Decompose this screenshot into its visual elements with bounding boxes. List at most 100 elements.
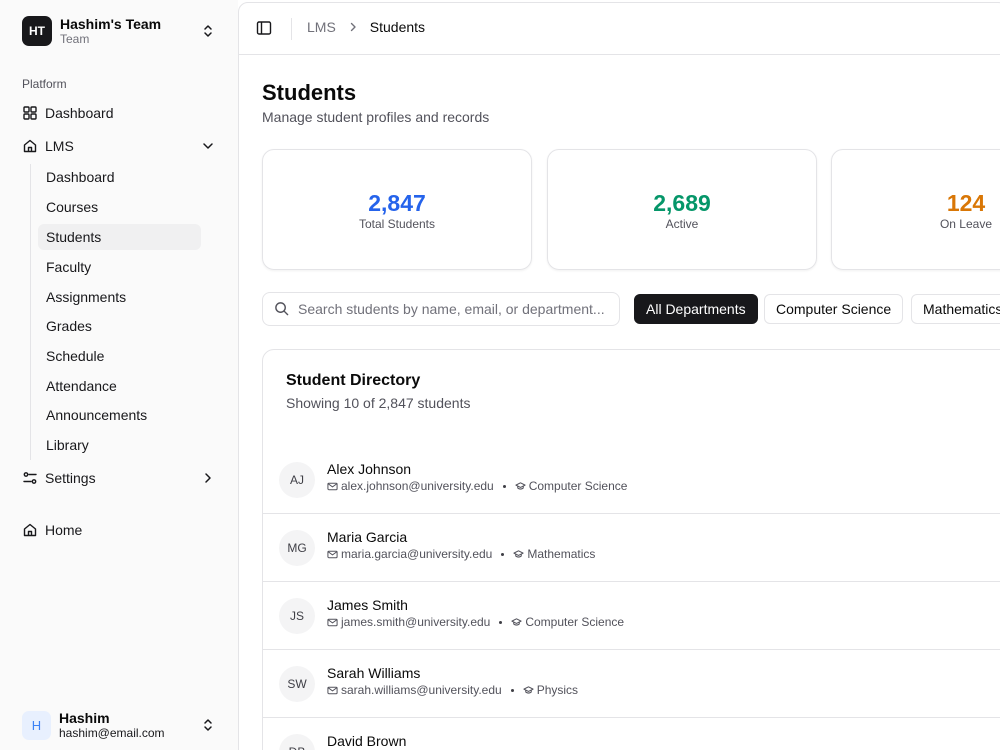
graduation-cap-icon xyxy=(523,685,534,696)
stat-label: On Leave xyxy=(939,216,993,231)
student-email: james.smith@university.edu xyxy=(341,615,491,629)
student-name[interactable]: Alex Johnson xyxy=(327,461,411,477)
stat-label: Active xyxy=(665,216,699,231)
search-input[interactable] xyxy=(298,301,608,317)
table-row[interactable]: AJ Alex Johnson alex.johnson@university.ed… xyxy=(263,446,1000,514)
filter-all-departments[interactable]: All Departments xyxy=(634,294,758,324)
breadcrumb: LMS Students xyxy=(307,19,425,35)
stat-label: Total Students xyxy=(358,216,436,231)
sidebar-item-dashboard[interactable]: Dashboard xyxy=(14,98,224,128)
user-name: Hashim xyxy=(59,709,110,726)
sidebar-sub-item-grades[interactable]: Grades xyxy=(38,313,201,339)
student-email: sarah.williams@university.edu xyxy=(341,683,502,697)
stat-value: 2,689 xyxy=(653,189,711,216)
sidebar: HT Hashim's Team Team Platform Dashboard… xyxy=(0,0,238,750)
separator-dot xyxy=(510,688,514,692)
sidebar-item-home[interactable]: Home xyxy=(14,515,224,545)
student-meta: james.smith@university.edu Computer Scien… xyxy=(327,615,624,629)
grid-icon xyxy=(22,105,38,121)
sidebar-item-label: Settings xyxy=(45,470,96,486)
student-meta: maria.garcia@university.edu Mathematics xyxy=(327,547,595,561)
student-department: Physics xyxy=(536,683,579,697)
student-name[interactable]: James Smith xyxy=(327,597,408,613)
sidebar-sub-item-courses[interactable]: Courses xyxy=(38,194,201,220)
graduation-cap-icon xyxy=(513,549,524,560)
user-menu[interactable]: H Hashim hashim@email.com xyxy=(14,704,224,746)
student-name[interactable]: David Brown xyxy=(327,733,406,749)
stat-card-on-leave: 124 On Leave xyxy=(831,149,1000,270)
sidebar-item-label: Dashboard xyxy=(45,105,114,121)
user-avatar: H xyxy=(22,710,51,740)
table-row[interactable]: JS James Smith james.smith@university.edu C… xyxy=(263,582,1000,650)
separator-dot xyxy=(501,552,505,556)
sidebar-item-label: LMS xyxy=(45,138,74,154)
separator-dot xyxy=(502,484,506,488)
breadcrumb-parent[interactable]: LMS xyxy=(307,19,336,35)
graduation-cap-icon xyxy=(515,481,526,492)
stat-value: 2,847 xyxy=(368,189,426,216)
sidebar-sub-item-attendance[interactable]: Attendance xyxy=(38,373,201,399)
avatar: AJ xyxy=(279,462,315,498)
sidebar-sub-item-library[interactable]: Library xyxy=(38,432,201,458)
sidebar-sub-item-dashboard[interactable]: Dashboard xyxy=(38,164,201,190)
team-switcher[interactable]: HT Hashim's Team Team xyxy=(14,9,224,53)
team-plan: Team xyxy=(60,31,90,46)
avatar: MG xyxy=(279,530,315,566)
team-avatar: HT xyxy=(22,16,52,46)
page-subtitle: Manage student profiles and records xyxy=(262,109,490,125)
stat-card-active: 2,689 Active xyxy=(547,149,817,270)
filter-mathematics[interactable]: Mathematics xyxy=(911,294,1000,324)
stat-value: 124 xyxy=(946,189,986,216)
student-name[interactable]: Maria Garcia xyxy=(327,529,407,545)
stat-card-total: 2,847 Total Students xyxy=(262,149,532,270)
sidebar-sub-item-schedule[interactable]: Schedule xyxy=(38,343,201,369)
avatar: SW xyxy=(279,666,315,702)
search-icon xyxy=(274,301,290,317)
graduation-cap-icon xyxy=(511,617,522,628)
student-email: maria.garcia@university.edu xyxy=(341,547,493,561)
student-meta: sarah.williams@university.edu Physics xyxy=(327,683,578,697)
main-panel: LMS Students Students Manage student pro… xyxy=(238,2,1000,750)
mail-icon xyxy=(327,481,338,492)
sidebar-item-lms[interactable]: LMS xyxy=(14,131,224,161)
student-department: Mathematics xyxy=(527,547,596,561)
student-directory: Student Directory Showing 10 of 2,847 st… xyxy=(262,349,1000,750)
mail-icon xyxy=(327,617,338,628)
student-department: Computer Science xyxy=(525,615,625,629)
settings-sliders-icon xyxy=(22,470,38,486)
student-name[interactable]: Sarah Williams xyxy=(327,665,420,681)
sidebar-group-label: Platform xyxy=(22,77,67,91)
sidebar-sub-item-students[interactable]: Students xyxy=(38,224,201,250)
submenu-line xyxy=(30,164,31,460)
chevrons-up-down-icon xyxy=(204,25,212,37)
chevron-right-icon xyxy=(347,21,359,33)
user-email: hashim@email.com xyxy=(59,725,165,740)
divider xyxy=(291,18,292,40)
avatar: JS xyxy=(279,598,315,634)
directory-title: Student Directory xyxy=(286,372,421,389)
page-title: Students xyxy=(262,80,357,105)
breadcrumb-current: Students xyxy=(369,19,426,35)
home-icon xyxy=(22,522,38,538)
home-icon xyxy=(22,138,38,154)
mail-icon xyxy=(327,549,338,560)
table-row[interactable]: MG Maria Garcia maria.garcia@university.ed… xyxy=(263,514,1000,582)
directory-subtitle: Showing 10 of 2,847 students xyxy=(286,395,471,411)
chevron-right-icon xyxy=(205,473,211,483)
table-row[interactable]: SW Sarah Williams sarah.williams@universit… xyxy=(263,650,1000,718)
top-bar: LMS Students xyxy=(239,3,1000,55)
chevron-down-icon xyxy=(203,143,213,149)
sidebar-item-settings[interactable]: Settings xyxy=(14,463,224,493)
avatar: DB xyxy=(279,734,315,750)
search-box[interactable] xyxy=(262,292,620,326)
sidebar-item-label: Home xyxy=(45,522,83,538)
sidebar-toggle-icon[interactable] xyxy=(256,20,272,36)
team-name: Hashim's Team xyxy=(60,15,162,32)
sidebar-sub-item-assignments[interactable]: Assignments xyxy=(38,284,201,310)
sidebar-sub-item-announcements[interactable]: Announcements xyxy=(38,402,201,428)
sidebar-sub-item-faculty[interactable]: Faculty xyxy=(38,254,201,280)
table-row[interactable]: DB David Brown xyxy=(263,718,1000,750)
chevrons-up-down-icon xyxy=(204,719,212,731)
filter-computer-science[interactable]: Computer Science xyxy=(764,294,904,324)
student-email: alex.johnson@university.edu xyxy=(341,479,494,493)
